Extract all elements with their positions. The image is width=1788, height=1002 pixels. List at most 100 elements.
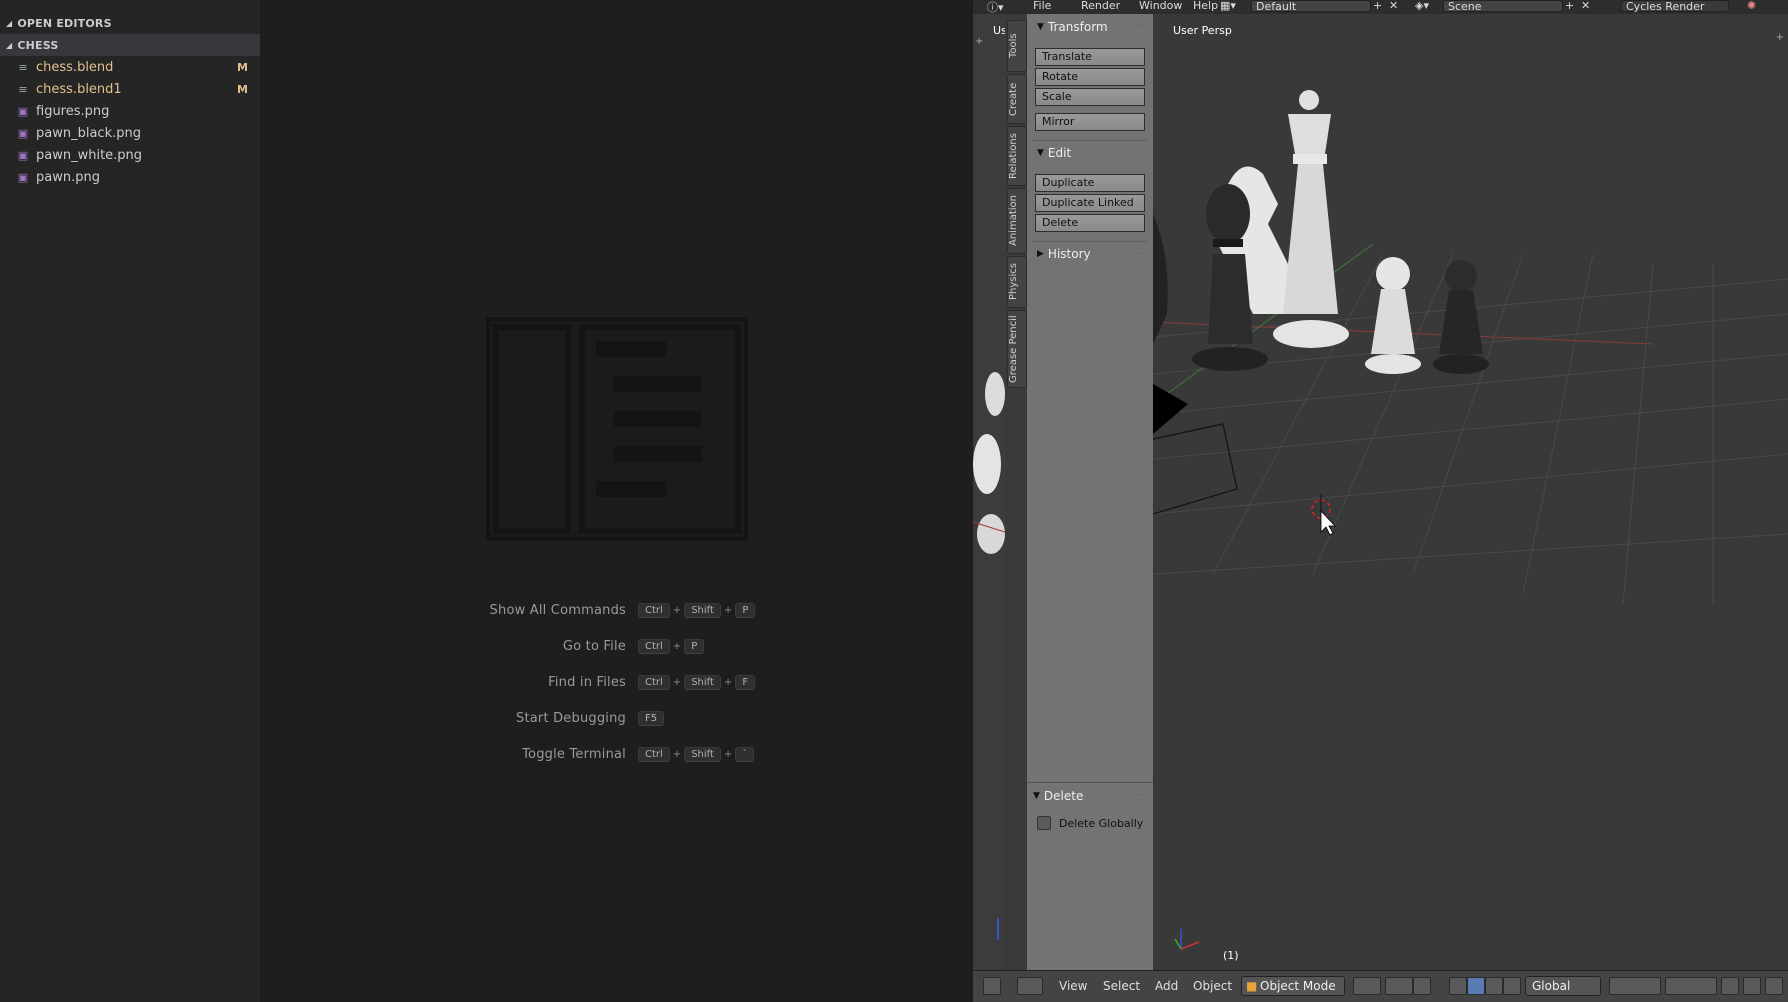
- manipulator-toggle-icon[interactable]: [1413, 977, 1431, 995]
- file-name: figures.png: [36, 103, 110, 119]
- file-name: chess.blend: [36, 59, 114, 75]
- lock-layers-icon[interactable]: [1721, 977, 1739, 995]
- vscode-watermark-logo: [486, 317, 748, 541]
- file-pawn-png[interactable]: ▣ pawn.png: [0, 166, 260, 188]
- pivot-point-icon[interactable]: [1385, 977, 1413, 995]
- delete-operator-header[interactable]: ▼ Delete ⋯: [1027, 785, 1153, 807]
- orientation-label: Global: [1532, 979, 1571, 993]
- expanded-triangle-icon: ▼: [1037, 148, 1044, 158]
- translate-button[interactable]: Translate: [1035, 48, 1145, 66]
- left-3d-view[interactable]: Us +: [973, 14, 1007, 970]
- delete-globally-option[interactable]: Delete Globally: [1037, 816, 1143, 830]
- duplicate-linked-button[interactable]: Duplicate Linked: [1035, 194, 1145, 212]
- frame-number-label: (1): [1223, 949, 1239, 962]
- render-preview-icon[interactable]: [1743, 977, 1761, 995]
- tab-create[interactable]: Create: [1007, 74, 1027, 124]
- menu-file[interactable]: File: [1033, 0, 1051, 12]
- explorer-sidebar: ◢ OPEN EDITORS ◢ CHESS ≡ chess.blend M ≡…: [0, 0, 260, 1002]
- view-menu-toggle-icon[interactable]: [1017, 977, 1043, 995]
- menu-help[interactable]: Help: [1193, 0, 1218, 12]
- add-layout-icon[interactable]: +: [1373, 0, 1382, 12]
- drag-grip-icon[interactable]: ⋯: [1137, 791, 1146, 801]
- menu-select[interactable]: Select: [1103, 979, 1140, 993]
- file-name: pawn.png: [36, 169, 100, 185]
- key-cap: P: [684, 638, 705, 654]
- key-cap: `: [735, 746, 755, 762]
- scale-manipulator-icon[interactable]: [1503, 977, 1521, 995]
- file-chess-blend1[interactable]: ≡ chess.blend1 M: [0, 78, 260, 100]
- area-split-icon[interactable]: +: [975, 36, 983, 47]
- panel-title: Transform: [1047, 20, 1108, 34]
- rotate-manipulator-icon[interactable]: [1485, 977, 1503, 995]
- shortcut-show-all-commands: Show All Commands Ctrl + Shift + P: [260, 592, 973, 628]
- manipulator-axis-icon[interactable]: [1449, 977, 1467, 995]
- key-cap: F5: [638, 710, 665, 726]
- rotate-button[interactable]: Rotate: [1035, 68, 1145, 86]
- remove-layout-icon[interactable]: ✕: [1389, 0, 1398, 12]
- file-pawn-black-png[interactable]: ▣ pawn_black.png: [0, 122, 260, 144]
- shortcut-label: Toggle Terminal: [522, 746, 626, 762]
- folder-header-chess[interactable]: ◢ CHESS: [0, 34, 260, 56]
- scene-icon[interactable]: ◈▾: [1415, 0, 1429, 12]
- key-cap: F: [735, 674, 756, 690]
- menu-add[interactable]: Add: [1155, 979, 1178, 993]
- scale-button[interactable]: Scale: [1035, 88, 1145, 106]
- tab-animation[interactable]: Animation: [1007, 188, 1027, 254]
- expanded-triangle-icon: ▼: [1037, 22, 1044, 32]
- mirror-button[interactable]: Mirror: [1035, 113, 1145, 131]
- edit-panel-header[interactable]: ▼ Edit ⋯: [1027, 142, 1153, 164]
- screen-layout-icon[interactable]: ▦▾: [1220, 0, 1236, 12]
- drag-grip-icon[interactable]: ⋯: [1137, 148, 1146, 158]
- info-editor-icon[interactable]: ⓘ▾: [987, 0, 1004, 15]
- shortcut-go-to-file: Go to File Ctrl + P: [260, 628, 973, 664]
- duplicate-button[interactable]: Duplicate: [1035, 174, 1145, 192]
- delete-button[interactable]: Delete: [1035, 214, 1145, 232]
- collapsed-triangle-icon: ▶: [1037, 249, 1044, 259]
- add-scene-icon[interactable]: +: [1565, 0, 1574, 12]
- drag-grip-icon[interactable]: ⋯: [1137, 22, 1146, 32]
- render-engine-dropdown[interactable]: Cycles Render: [1621, 0, 1729, 12]
- remove-scene-icon[interactable]: ✕: [1581, 0, 1590, 12]
- tab-tools[interactable]: Tools: [1007, 20, 1027, 72]
- drag-grip-icon[interactable]: ⋯: [1137, 249, 1146, 259]
- tab-grease-pencil[interactable]: Grease Pencil: [1007, 310, 1027, 388]
- delete-globally-checkbox[interactable]: [1037, 816, 1051, 830]
- key-cap: Shift: [684, 602, 721, 618]
- screen-layout-field[interactable]: Default: [1251, 0, 1371, 12]
- shortcut-label: Go to File: [562, 638, 626, 654]
- layout-name: Default: [1256, 0, 1297, 13]
- shortcut-label: Start Debugging: [516, 710, 626, 726]
- collapse-chevron-icon: ◢: [6, 40, 13, 50]
- scene-field[interactable]: Scene: [1443, 0, 1563, 12]
- image-file-icon: ▣: [17, 170, 29, 184]
- modified-badge: M: [237, 82, 248, 96]
- translate-manipulator-icon[interactable]: [1467, 977, 1485, 995]
- editor-type-icon[interactable]: [983, 977, 1001, 995]
- file-pawn-white-png[interactable]: ▣ pawn_white.png: [0, 144, 260, 166]
- mode-dropdown[interactable]: ■ Object Mode: [1241, 976, 1345, 996]
- panel-title: Edit: [1047, 146, 1072, 160]
- file-chess-blend[interactable]: ≡ chess.blend M: [0, 56, 260, 78]
- image-file-icon: ▣: [17, 148, 29, 162]
- snap-toggle-icon[interactable]: [1765, 977, 1783, 995]
- panel-title: History: [1047, 247, 1091, 261]
- blender-logo-icon: ✺: [1747, 0, 1757, 12]
- menu-object[interactable]: Object: [1193, 979, 1232, 993]
- transform-orientation-dropdown[interactable]: Global: [1525, 976, 1601, 996]
- open-editors-header[interactable]: ◢ OPEN EDITORS: [0, 12, 260, 34]
- transform-panel-header[interactable]: ▼ Transform ⋯: [1027, 16, 1153, 38]
- menu-render[interactable]: Render: [1081, 0, 1120, 12]
- image-file-icon: ▣: [17, 126, 29, 140]
- file-text-icon: ≡: [18, 60, 28, 74]
- 3d-viewport[interactable]: User Persp + (1): [1153, 14, 1788, 970]
- file-figures-png[interactable]: ▣ figures.png: [0, 100, 260, 122]
- expanded-triangle-icon: ▼: [1033, 791, 1040, 801]
- layer-buttons-a[interactable]: [1609, 977, 1661, 995]
- menu-window[interactable]: Window: [1139, 0, 1182, 12]
- layer-buttons-b[interactable]: [1665, 977, 1717, 995]
- tab-relations[interactable]: Relations: [1007, 126, 1027, 186]
- viewport-shading-icon[interactable]: [1353, 977, 1381, 995]
- history-panel-header[interactable]: ▶ History ⋯: [1027, 243, 1153, 265]
- menu-view[interactable]: View: [1059, 979, 1087, 993]
- tab-physics[interactable]: Physics: [1007, 256, 1027, 308]
